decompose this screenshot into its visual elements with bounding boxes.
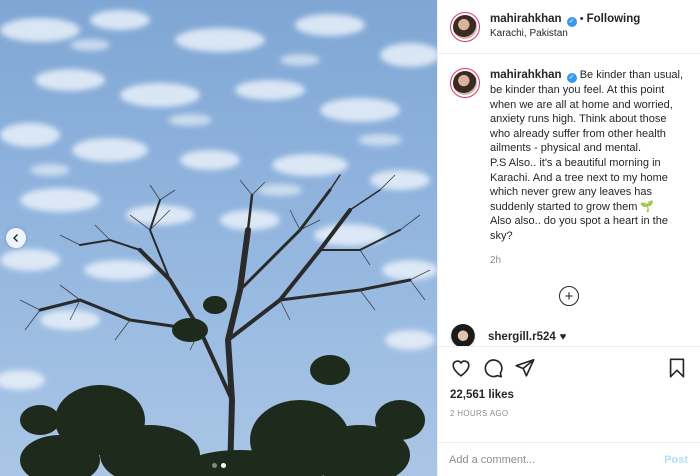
comment-icon[interactable] [482, 357, 504, 379]
caption-body: mahirahkhan ✓ Be kinder than usual, be k… [490, 68, 688, 268]
add-comment-bar: Post [437, 442, 700, 476]
comment-input[interactable] [449, 453, 665, 466]
caption-avatar[interactable] [450, 68, 480, 98]
instagram-post: mahirahkhan ✓ • Following Karachi, Pakis… [0, 0, 700, 476]
comment-avatar[interactable] [450, 324, 476, 346]
carousel-indicator [0, 463, 437, 468]
like-count[interactable]: 22,561 likes [450, 389, 688, 401]
header-username[interactable]: mahirahkhan [490, 13, 562, 25]
chevron-left-icon [13, 234, 18, 242]
comments-panel: mahirahkhan ✓ Be kinder than usual, be k… [438, 54, 700, 346]
caption-text: Be kinder than usual, be kinder than you… [490, 69, 684, 155]
caption-username[interactable]: mahirahkhan [490, 69, 562, 81]
post-timestamp[interactable]: 2 HOURS AGO [450, 409, 688, 418]
location-link[interactable]: Karachi, Pakistan [490, 27, 640, 41]
share-icon[interactable] [514, 357, 536, 379]
plus-circle-icon[interactable]: + [559, 286, 579, 307]
avatar[interactable] [450, 11, 480, 42]
post-photo[interactable] [0, 0, 437, 476]
sky-tree-photo [0, 0, 437, 476]
comment-username[interactable]: shergill.r524 [488, 331, 556, 343]
heart-icon[interactable] [450, 357, 472, 379]
verified-badge-icon: ✓ [566, 17, 577, 27]
bookmark-icon[interactable] [666, 357, 688, 379]
post-header: mahirahkhan ✓ • Following Karachi, Pakis… [438, 0, 700, 54]
comment-text: ♥ [559, 331, 567, 344]
post-sidebar: mahirahkhan ✓ • Following Karachi, Pakis… [437, 0, 700, 476]
caption: mahirahkhan ✓ Be kinder than usual, be k… [450, 68, 688, 268]
carousel-dot [211, 463, 217, 468]
comment-row: shergill.r524 ♥ [450, 324, 688, 346]
caption-time[interactable]: 2h [490, 254, 688, 269]
header-meta: mahirahkhan ✓ • Following Karachi, Pakis… [490, 12, 640, 41]
following-button[interactable]: Following [587, 13, 641, 25]
verified-badge-icon: ✓ [566, 73, 577, 83]
previous-photo-button[interactable] [6, 228, 26, 248]
post-comment-button[interactable]: Post [664, 454, 688, 466]
load-more-comments: + [450, 286, 688, 307]
action-icons [450, 355, 688, 381]
carousel-dot-active [220, 463, 226, 468]
caption-text-also: Also also.. do you spot a heart in the s… [490, 215, 668, 242]
header-separator: • [579, 13, 584, 25]
caption-text-ps: P.S Also.. it's a beautiful morning in K… [490, 156, 668, 213]
